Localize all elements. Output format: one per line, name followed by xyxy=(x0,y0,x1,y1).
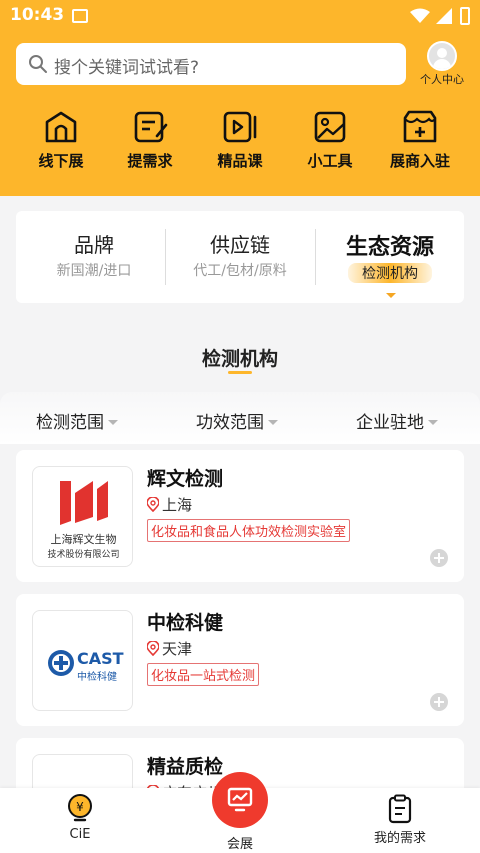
status-time: 10:43 xyxy=(10,5,65,25)
company-name: 精益质检 xyxy=(147,756,224,778)
quick-action-label: 线下展 xyxy=(38,152,84,170)
dropdown-arrow-icon xyxy=(268,420,278,425)
company-location: 上海 xyxy=(146,494,192,515)
category-card: 品牌 新国潮/进口 供应链 代工/包材/原料 生态资源 检测机构 xyxy=(16,211,464,303)
filter-label: 功效范围 xyxy=(196,413,264,433)
category-title: 供应链 xyxy=(210,233,270,257)
company-tag: 化妆品一站式检测 xyxy=(147,663,260,686)
quick-action-label: 精品课 xyxy=(217,152,263,170)
dropdown-arrow-icon xyxy=(428,420,438,425)
add-icon[interactable] xyxy=(430,549,448,567)
nav-label: CiE xyxy=(69,827,91,842)
cast-emblem-icon xyxy=(48,650,74,676)
tools-icon xyxy=(314,111,346,143)
nav-cie[interactable]: ¥ CiE xyxy=(35,794,125,842)
company-tag: 化妆品和食品人体功效检测实验室 xyxy=(147,519,351,542)
quick-action-label: 小工具 xyxy=(307,152,353,170)
category-tab-brand[interactable]: 品牌 新国潮/进口 xyxy=(24,229,164,280)
request-icon xyxy=(134,111,168,143)
company-location: 天津 xyxy=(146,638,192,659)
quick-action-course[interactable]: 精品课 xyxy=(195,108,285,178)
logo-text: 中检科健 xyxy=(77,672,117,683)
divider xyxy=(315,229,316,285)
filter-label: 企业驻地 xyxy=(356,413,424,433)
filter-location[interactable]: 企业驻地 xyxy=(356,408,438,433)
logo-text: 上海辉文生物 xyxy=(50,533,117,546)
filter-efficacy-scope[interactable]: 功效范围 xyxy=(196,408,278,433)
list-item[interactable]: CAST 中检科健 中检科健 天津 化妆品一站式检测 xyxy=(16,594,464,726)
dropdown-arrow-icon xyxy=(108,420,118,425)
search-bar[interactable]: 搜个关键词试试看? xyxy=(16,43,406,85)
search-placeholder: 搜个关键词试试看? xyxy=(54,58,200,78)
divider xyxy=(165,229,166,285)
status-bar: 10:43 xyxy=(0,0,480,32)
category-title: 生态资源 xyxy=(345,235,434,260)
search-icon xyxy=(29,55,47,73)
category-subtitle[interactable]: 检测机构 xyxy=(348,263,432,283)
avatar[interactable] xyxy=(427,41,457,71)
category-tab-supply-chain[interactable]: 供应链 代工/包材/原料 xyxy=(170,229,310,280)
nav-label: 我的需求 xyxy=(373,831,426,846)
section-title: 检测机构 xyxy=(201,348,278,370)
nav-exhibition-button[interactable] xyxy=(212,772,268,828)
company-logo: CAST 中检科健 xyxy=(32,610,133,711)
svg-text:¥: ¥ xyxy=(76,800,84,814)
profile-label[interactable]: 个人中心 xyxy=(412,71,472,87)
course-icon xyxy=(223,111,257,143)
quick-action-store-join[interactable]: 展商入驻 xyxy=(375,108,465,178)
selected-indicator-icon xyxy=(386,293,396,298)
add-icon[interactable] xyxy=(430,693,448,711)
signal-icon xyxy=(436,8,452,24)
location-pin-icon xyxy=(146,496,160,513)
filter-bar: 检测范围 功效范围 企业驻地 xyxy=(0,392,480,444)
category-tab-ecosystem[interactable]: 生态资源 检测机构 xyxy=(320,229,460,298)
location-pin-icon xyxy=(146,640,160,657)
quick-action-label: 展商入驻 xyxy=(389,152,450,170)
image-notification-icon xyxy=(72,9,88,23)
list-item[interactable]: 上海辉文生物 技术股份有限公司 辉文检测 上海 化妆品和食品人体功效检测实验室 xyxy=(16,450,464,582)
category-title: 品牌 xyxy=(74,233,114,257)
nav-my-requests[interactable]: 我的需求 xyxy=(355,794,445,846)
exhibition-icon xyxy=(45,111,77,143)
nav-label: 会展 xyxy=(226,837,253,852)
quick-action-tools[interactable]: 小工具 xyxy=(285,108,375,178)
logo-text: CAST xyxy=(77,649,124,668)
filter-test-scope[interactable]: 检测范围 xyxy=(36,408,118,433)
wifi-icon xyxy=(410,8,430,23)
quick-action-exhibition[interactable]: 线下展 xyxy=(16,108,106,178)
battery-icon xyxy=(460,7,470,25)
exhibition-screen-icon xyxy=(227,787,253,812)
section-underline xyxy=(228,371,252,374)
quick-action-label: 提需求 xyxy=(127,152,173,170)
logo-text: 技术股份有限公司 xyxy=(47,550,120,560)
category-subtitle: 新国潮/进口 xyxy=(56,263,132,279)
company-name: 中检科健 xyxy=(147,612,224,634)
category-subtitle: 代工/包材/原料 xyxy=(193,263,287,279)
clipboard-icon xyxy=(388,794,412,824)
store-join-icon xyxy=(403,110,437,143)
company-logo: 上海辉文生物 技术股份有限公司 xyxy=(32,466,133,567)
bulb-icon: ¥ xyxy=(68,794,92,822)
company-name: 辉文检测 xyxy=(147,468,224,490)
filter-label: 检测范围 xyxy=(36,413,104,433)
quick-action-request[interactable]: 提需求 xyxy=(105,108,195,178)
